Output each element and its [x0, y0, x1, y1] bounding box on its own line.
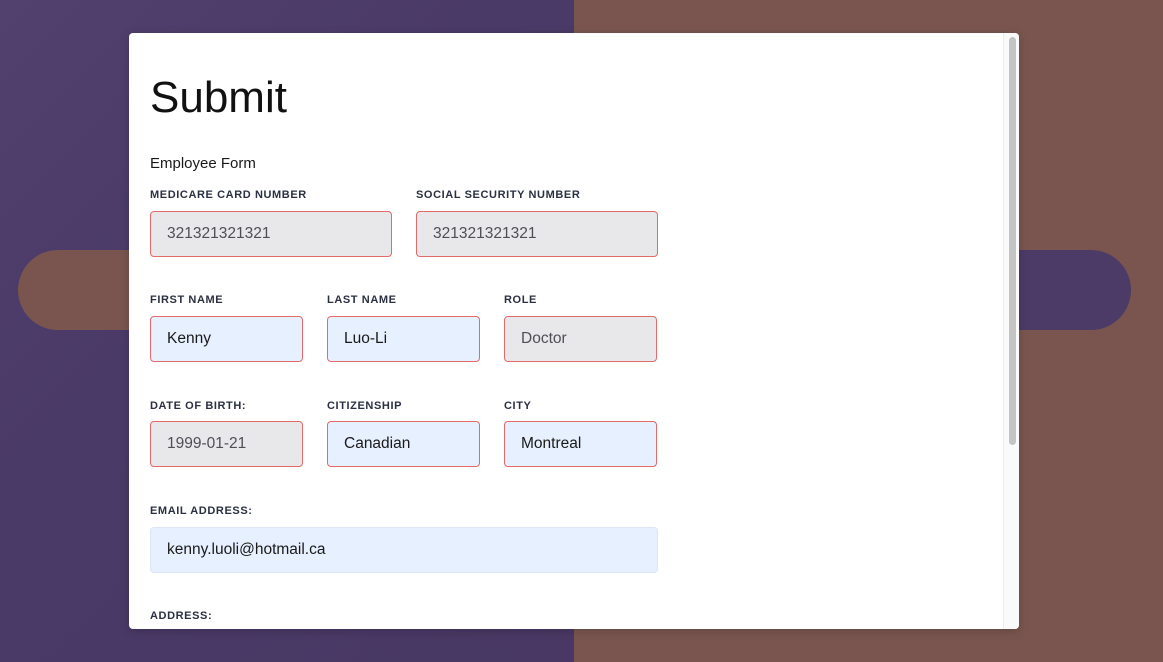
last-name-field[interactable]: Luo-Li [327, 316, 480, 362]
ssn-field[interactable]: 321321321321 [416, 211, 658, 257]
address-label: ADDRESS: [150, 610, 213, 622]
scrollbar-thumb[interactable] [1009, 37, 1016, 445]
citizenship-field[interactable]: Canadian [327, 421, 480, 467]
role-field[interactable]: Doctor [504, 316, 657, 362]
scrollbar[interactable] [1003, 33, 1019, 629]
city-field[interactable]: Montreal [504, 421, 657, 467]
dob-field[interactable]: 1999-01-21 [150, 421, 303, 467]
first-name-label: FIRST NAME [150, 294, 224, 306]
medicare-label: MEDICARE CARD NUMBER [150, 189, 307, 201]
page-title: Submit [150, 73, 287, 122]
ssn-label: SOCIAL SECURITY NUMBER [416, 189, 581, 201]
email-field[interactable]: kenny.luoli@hotmail.ca [150, 527, 658, 573]
role-label: ROLE [504, 294, 537, 306]
employee-form-modal: Submit Employee Form MEDICARE CARD NUMBE… [129, 33, 1019, 629]
medicare-field[interactable]: 321321321321 [150, 211, 392, 257]
last-name-label: LAST NAME [327, 294, 397, 306]
dob-label: DATE OF BIRTH: [150, 400, 247, 412]
email-label: EMAIL ADDRESS: [150, 505, 253, 517]
citizenship-label: CITIZENSHIP [327, 400, 403, 412]
first-name-field[interactable]: Kenny [150, 316, 303, 362]
form-subtitle: Employee Form [150, 155, 256, 172]
city-label: CITY [504, 400, 532, 412]
